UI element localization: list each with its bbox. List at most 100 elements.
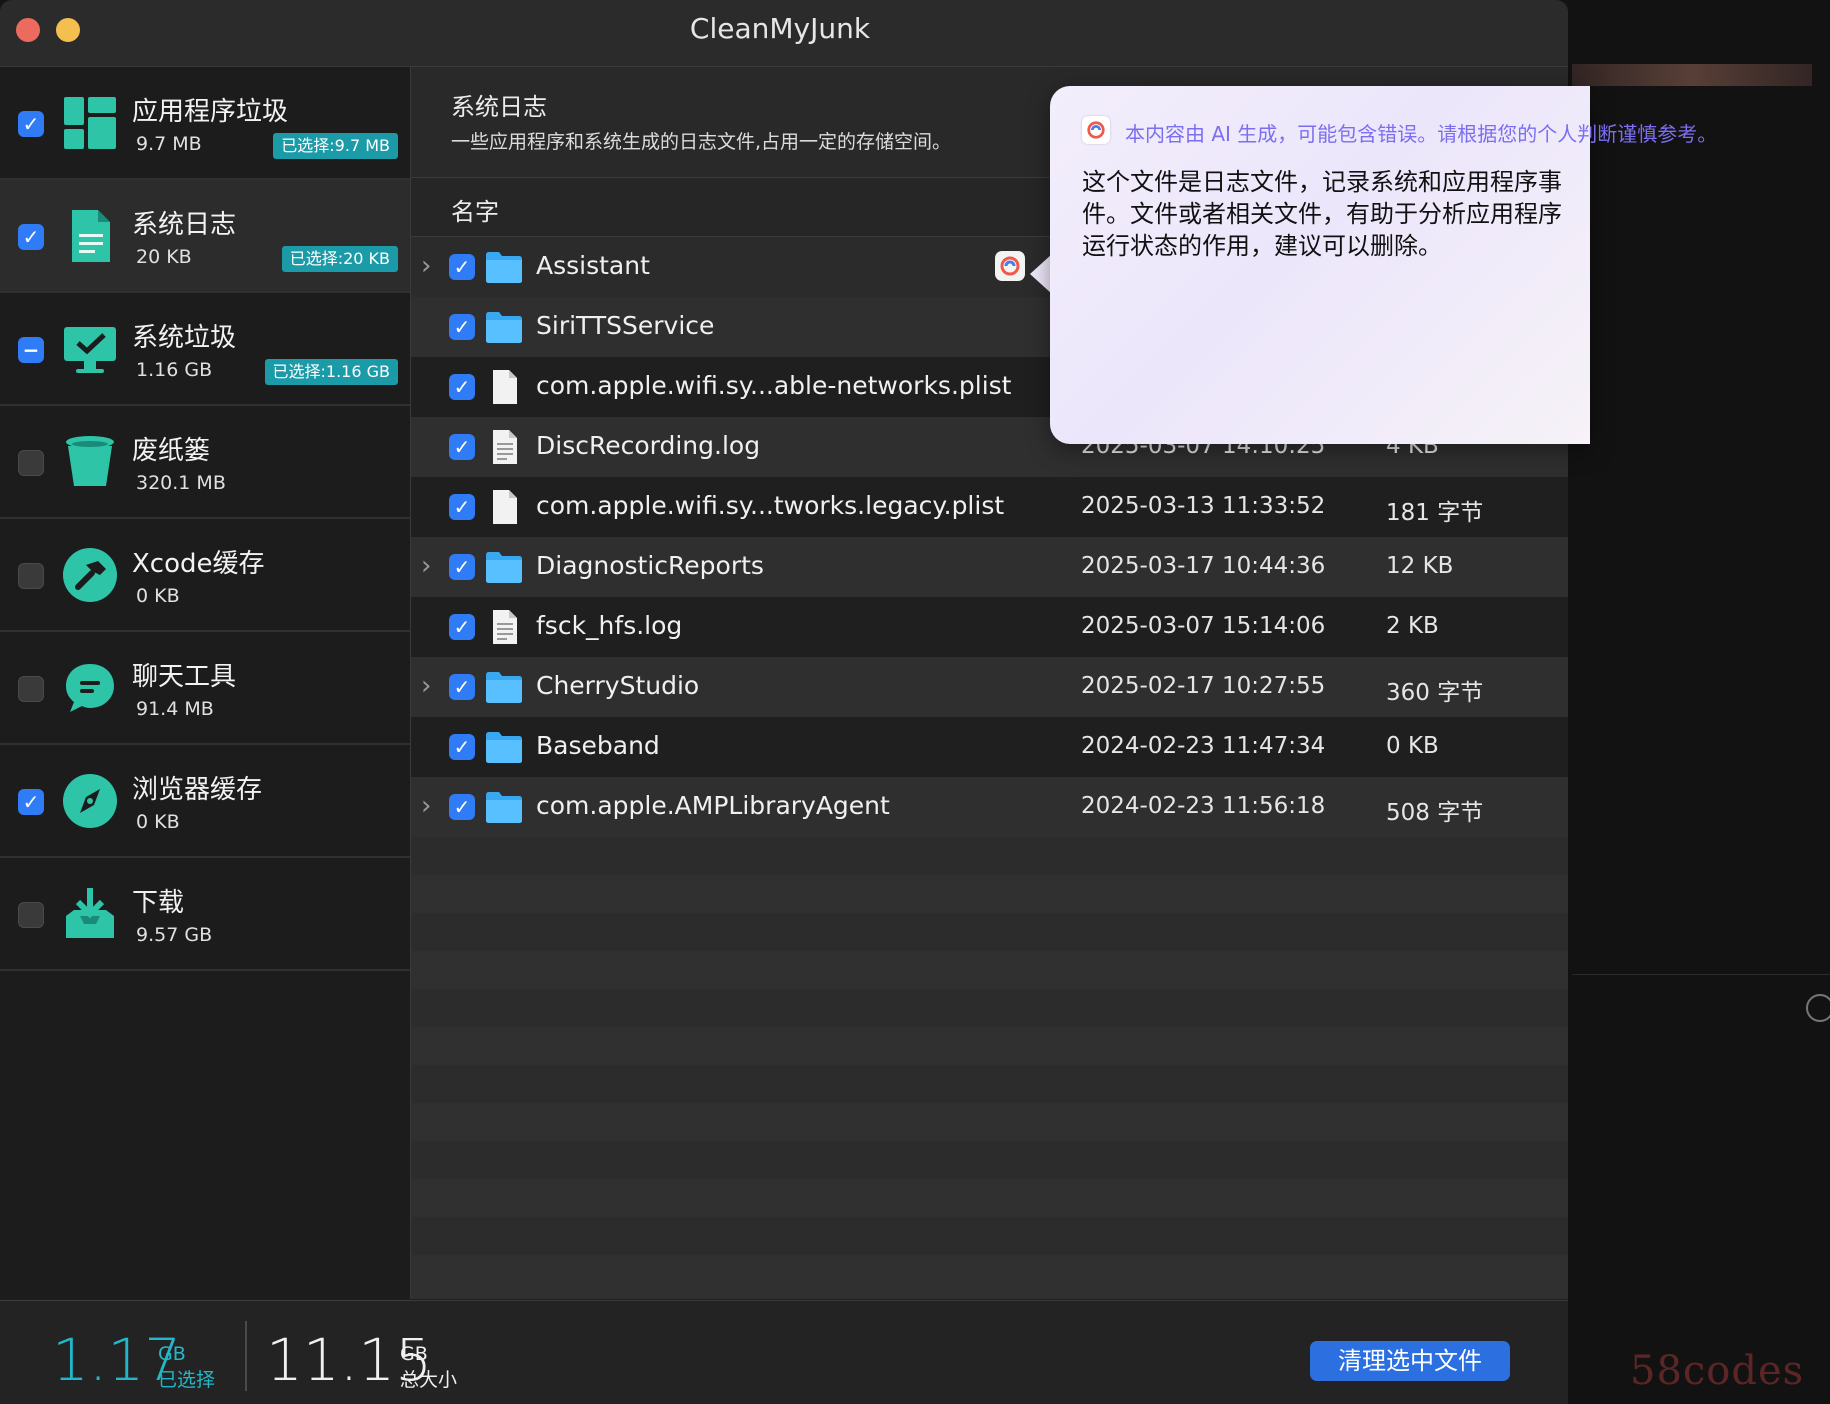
- checkbox[interactable]: [18, 676, 44, 702]
- selected-badge: 已选择:20 KB: [281, 246, 398, 272]
- ai-disclaimer: 本内容由 AI 生成，可能包含错误。请根据您的个人判断谨慎参考。: [1125, 122, 1718, 146]
- checkbox[interactable]: ✓: [449, 794, 475, 820]
- checkbox[interactable]: ✓: [449, 734, 475, 760]
- checkbox[interactable]: ✓: [449, 254, 475, 280]
- sidebar-item-name: 系统垃圾: [132, 323, 237, 353]
- table-row[interactable]: ✓ com.apple.wifi.sy...tworks.legacy.plis…: [411, 477, 1568, 537]
- overall-total-label: 总大小: [400, 1369, 458, 1391]
- footer-divider: [245, 1321, 247, 1391]
- sidebar-item-downloads[interactable]: 下载 9.57 GB: [0, 858, 410, 971]
- checkbox[interactable]: [18, 563, 44, 589]
- folder-icon: [486, 252, 522, 283]
- sidebar-item-name: 下载: [132, 888, 185, 918]
- log-file-icon: [493, 610, 517, 644]
- chevron-right-icon[interactable]: ›: [421, 671, 431, 701]
- sidebar-item-size: 91.4 MB: [136, 698, 214, 720]
- category-sidebar: ✓ 应用程序垃圾 9.7 MB 已选择:9.7 MB ✓ 系统日志 20 KB: [0, 67, 411, 1299]
- folder-icon: [486, 672, 522, 703]
- empty-row: [411, 1255, 1568, 1299]
- checkbox[interactable]: ✓: [449, 674, 475, 700]
- file-name: com.apple.wifi.sy...tworks.legacy.plist: [536, 491, 1005, 520]
- file-icon: [493, 370, 517, 404]
- chevron-right-icon[interactable]: ›: [421, 791, 431, 821]
- table-row[interactable]: › ✓ com.apple.AMPLibraryAgent 2024-02-23…: [411, 777, 1568, 837]
- sidebar-item-size: 320.1 MB: [136, 472, 226, 494]
- empty-row: [411, 837, 1568, 875]
- checkbox[interactable]: ✓: [18, 111, 44, 137]
- chevron-right-icon[interactable]: ›: [421, 551, 431, 581]
- file-name: DiscRecording.log: [536, 431, 761, 460]
- checkbox[interactable]: ✓: [18, 789, 44, 815]
- sidebar-item-name: Xcode缓存: [132, 549, 265, 579]
- checkbox[interactable]: ✓: [18, 224, 44, 250]
- checkbox[interactable]: [18, 450, 44, 476]
- file-date: 2025-03-17 10:44:36: [1081, 553, 1326, 579]
- sidebar-item-chat-tools[interactable]: 聊天工具 91.4 MB: [0, 632, 410, 745]
- selected-total-label: 已选择: [158, 1369, 216, 1391]
- file-name: DiagnosticReports: [536, 551, 764, 580]
- table-row[interactable]: ✓ Baseband 2024-02-23 11:47:34 0 KB: [411, 717, 1568, 777]
- checkbox[interactable]: ✓: [449, 314, 475, 340]
- panel-description: 一些应用程序和系统生成的日志文件,占用一定的存储空间。: [451, 131, 952, 153]
- file-date: 2025-02-17 10:27:55: [1081, 673, 1326, 699]
- ai-assistant-icon[interactable]: [995, 251, 1025, 281]
- background-photo-strip: [1572, 64, 1812, 86]
- empty-row: [411, 951, 1568, 989]
- folder-icon: [486, 732, 522, 763]
- compass-icon: [63, 774, 117, 828]
- hammer-icon: [63, 548, 117, 602]
- table-row[interactable]: › ✓ DiagnosticReports 2025-03-17 10:44:3…: [411, 537, 1568, 597]
- chevron-right-icon[interactable]: ›: [421, 251, 431, 281]
- clean-selected-button[interactable]: 清理选中文件: [1310, 1341, 1510, 1381]
- popup-arrow: [1030, 254, 1052, 294]
- file-size: 0 KB: [1386, 733, 1439, 759]
- sidebar-item-system-logs[interactable]: ✓ 系统日志 20 KB 已选择:20 KB: [0, 180, 410, 293]
- folder-icon: [486, 312, 522, 343]
- checkbox[interactable]: ✓: [449, 614, 475, 640]
- file-date: 2025-03-13 11:33:52: [1081, 493, 1326, 519]
- sidebar-item-trash[interactable]: 废纸篓 320.1 MB: [0, 406, 410, 519]
- sidebar-item-name: 浏览器缓存: [132, 775, 263, 805]
- sidebar-item-xcode-cache[interactable]: Xcode缓存 0 KB: [0, 519, 410, 632]
- sidebar-item-app-junk[interactable]: ✓ 应用程序垃圾 9.7 MB 已选择:9.7 MB: [0, 67, 410, 180]
- checkbox[interactable]: ✓: [449, 494, 475, 520]
- clock-icon: [1806, 994, 1830, 1022]
- app-grid-icon: [64, 97, 116, 149]
- file-name: Assistant: [536, 251, 650, 280]
- checkbox[interactable]: ✓: [449, 554, 475, 580]
- checkbox-mixed[interactable]: −: [18, 337, 44, 363]
- folder-icon: [486, 792, 522, 823]
- table-row[interactable]: › ✓ CherryStudio 2025-02-17 10:27:55 360…: [411, 657, 1568, 717]
- empty-row: [411, 1065, 1568, 1103]
- empty-row: [411, 989, 1568, 1027]
- panel-title: 系统日志: [451, 93, 547, 121]
- file-size: 12 KB: [1386, 553, 1454, 579]
- selected-badge: 已选择:9.7 MB: [273, 133, 398, 159]
- sidebar-item-browser-cache[interactable]: ✓ 浏览器缓存 0 KB: [0, 745, 410, 858]
- selected-badge: 已选择:1.16 GB: [264, 359, 398, 385]
- column-header-name[interactable]: 名字: [451, 192, 499, 227]
- sidebar-item-size: 9.57 GB: [136, 924, 213, 946]
- sidebar-item-system-junk[interactable]: − 系统垃圾 1.16 GB 已选择:1.16 GB: [0, 293, 410, 406]
- download-tray-icon: [66, 888, 114, 938]
- checkbox[interactable]: [18, 902, 44, 928]
- desktop-background: [1568, 0, 1830, 1404]
- checkbox[interactable]: ✓: [449, 374, 475, 400]
- empty-row: [411, 875, 1568, 913]
- checkbox[interactable]: ✓: [449, 434, 475, 460]
- file-name: CherryStudio: [536, 671, 700, 700]
- monitor-check-icon: [64, 327, 116, 373]
- file-date: 2024-02-23 11:47:34: [1081, 733, 1326, 759]
- sidebar-item-size: 0 KB: [136, 811, 180, 833]
- ai-explanation-popup: 本内容由 AI 生成，可能包含错误。请根据您的个人判断谨慎参考。 这个文件是日志…: [1050, 86, 1717, 444]
- document-icon: [72, 210, 110, 262]
- file-size: 2 KB: [1386, 613, 1439, 639]
- file-name: fsck_hfs.log: [536, 611, 683, 640]
- table-row[interactable]: ✓ fsck_hfs.log 2025-03-07 15:14:06 2 KB: [411, 597, 1568, 657]
- file-name: SiriTTSService: [536, 311, 715, 340]
- sidebar-item-name: 应用程序垃圾: [132, 97, 289, 127]
- chat-bubble-icon: [66, 664, 114, 712]
- file-size: 508 字节: [1386, 800, 1484, 826]
- sidebar-item-name: 废纸篓: [132, 436, 211, 466]
- ai-assistant-icon: [1082, 116, 1110, 144]
